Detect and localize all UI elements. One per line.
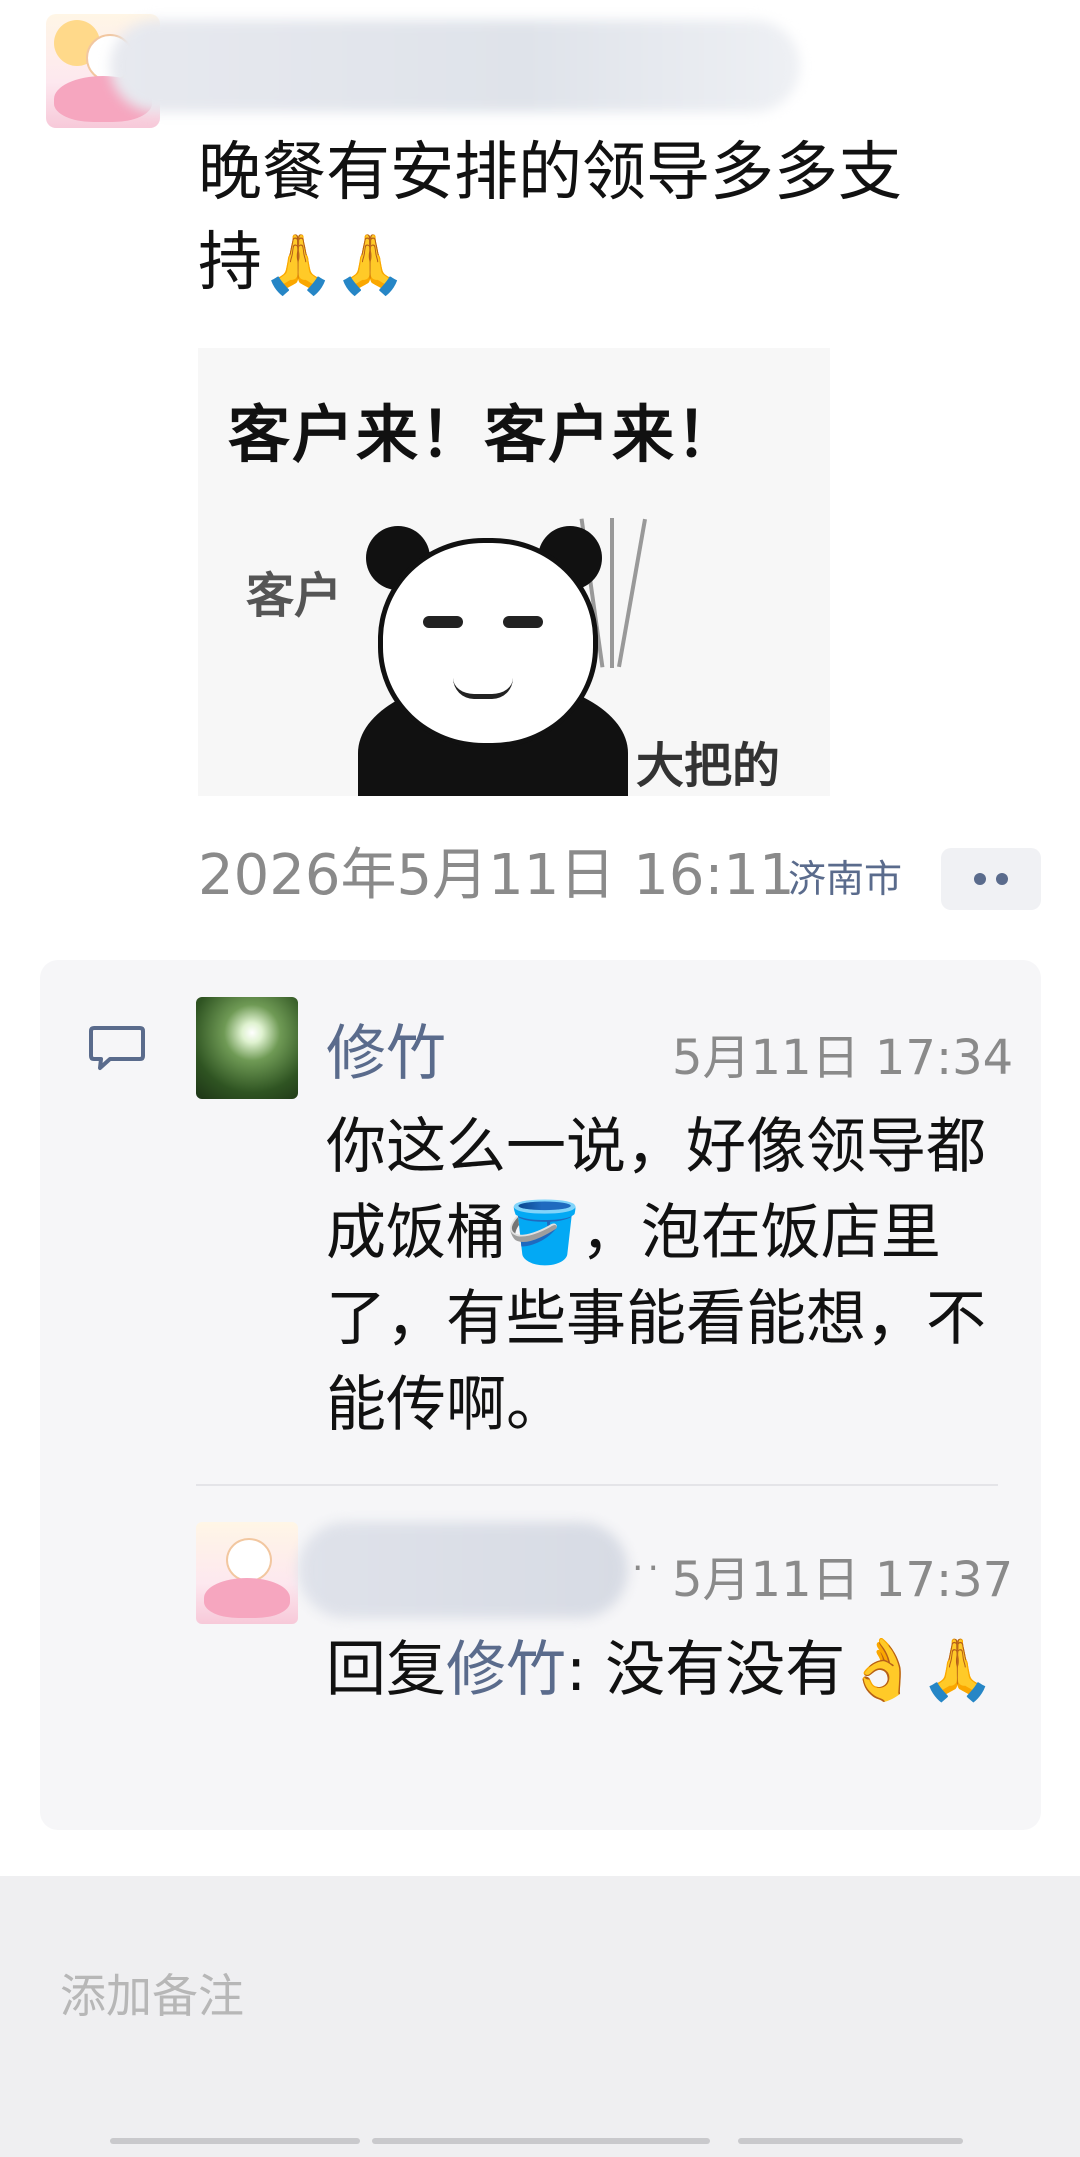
meme-incense-stick bbox=[610, 518, 614, 668]
meme-label-right: 大把的 bbox=[636, 738, 781, 794]
meme-panda-eye bbox=[503, 616, 543, 628]
comment-bubble-icon bbox=[89, 1026, 145, 1070]
reply-name-ellipsis: ·· bbox=[632, 1548, 663, 1589]
nav-indicator bbox=[738, 2138, 963, 2144]
meme-label-left: 客户 bbox=[246, 568, 343, 624]
reply-author-name-blurred[interactable] bbox=[298, 1522, 628, 1618]
avatar-lotus-shape bbox=[204, 1578, 290, 1618]
commenter-name[interactable]: 修竹 bbox=[326, 1005, 446, 1092]
comment-text[interactable]: 你这么一说，好像领导都成饭桶🪣，泡在饭店里了，有些事能看能想，不能传啊。 bbox=[326, 1104, 1006, 1448]
meme-incense-stick bbox=[617, 518, 647, 668]
meme-panda-eye bbox=[423, 616, 463, 628]
meme-panda-head bbox=[378, 538, 598, 748]
reply-text[interactable]: 回复修竹: 没有没有👌🙏 bbox=[326, 1627, 1006, 1713]
nav-indicator bbox=[110, 2138, 360, 2144]
more-icon bbox=[996, 873, 1008, 885]
post-text-tail: 持 bbox=[198, 226, 262, 300]
note-input[interactable]: 添加备注 bbox=[60, 1960, 244, 2026]
reply-body: 没有没有👌🙏 bbox=[586, 1635, 995, 1705]
comment-timestamp: 5月11日 17:34 bbox=[672, 1030, 1014, 1086]
comment-divider bbox=[196, 1484, 998, 1486]
reply-colon: : bbox=[566, 1635, 587, 1705]
avatar-cat-shape bbox=[226, 1538, 272, 1582]
post-text-line1: 晚餐有安排的领导多多支 bbox=[198, 136, 902, 210]
post-text-line2: 持🙏🙏 bbox=[198, 218, 1038, 309]
reply-timestamp: 5月11日 17:37 bbox=[672, 1552, 1014, 1608]
post-text: 晚餐有安排的领导多多支 持🙏🙏 bbox=[198, 128, 1038, 309]
reply-mention[interactable]: 修竹 bbox=[446, 1635, 566, 1705]
reply-prefix: 回复 bbox=[326, 1635, 446, 1705]
more-icon bbox=[974, 873, 986, 885]
post-author-name-blurred[interactable] bbox=[110, 20, 800, 112]
post-timestamp: 2026年5月11日 16:11 bbox=[198, 843, 795, 908]
meme-caption: 客户来！客户来！ bbox=[228, 398, 741, 471]
post-emojis: 🙏🙏 bbox=[262, 230, 407, 298]
nav-indicator bbox=[372, 2138, 710, 2144]
post-location[interactable]: 济南市 bbox=[788, 848, 918, 903]
reply-author-avatar[interactable] bbox=[196, 1522, 298, 1624]
commenter-avatar[interactable] bbox=[196, 997, 298, 1099]
more-button[interactable] bbox=[941, 848, 1041, 910]
post-image[interactable]: 客户来！客户来！ 客户 大把的 bbox=[198, 348, 830, 796]
